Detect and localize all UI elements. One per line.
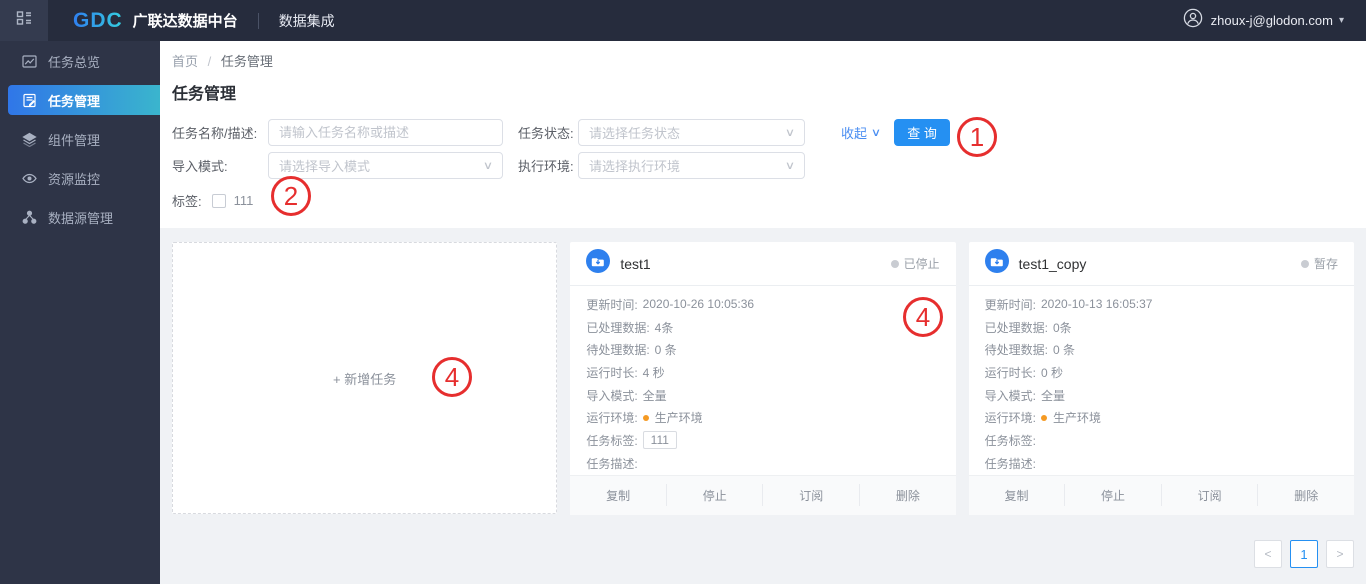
status-badge: 暂存: [1300, 255, 1338, 272]
sidebar-item-component-management[interactable]: 组件管理: [0, 124, 160, 154]
add-task-card[interactable]: + 新增任务: [172, 242, 558, 514]
task-status-select[interactable]: 请选择任务状态 ∨: [578, 119, 805, 146]
exec-env-select[interactable]: 请选择执行环境 ∨: [578, 152, 805, 179]
breadcrumb: 首页 / 任务管理: [172, 53, 1354, 71]
document-icon: [22, 93, 37, 108]
sidebar-item-resource-monitor[interactable]: 资源监控: [0, 163, 160, 193]
filter-panel: 任务名称/描述: 任务状态: 请选择任务状态 ∨ 收起 ∨ 查 询: [172, 119, 1354, 210]
page-title: 任务管理: [172, 86, 237, 103]
chevron-down-icon: ∨: [784, 160, 796, 172]
task-name-input[interactable]: [268, 119, 503, 146]
sidebar: 任务总览 任务管理 组件管理 资源监控 数据源管理: [0, 41, 160, 584]
user-email: zhoux-j@glodon.com: [1210, 13, 1333, 28]
copy-button[interactable]: 复制: [969, 487, 1065, 504]
status-badge: 已停止: [890, 255, 940, 272]
run-duration: 4 秒: [642, 365, 665, 380]
run-env: 生产环境: [1053, 411, 1102, 426]
copy-button[interactable]: 复制: [570, 487, 666, 504]
chevron-down-icon: ∨: [870, 127, 882, 139]
card-actions: 复制 停止 订阅 删除: [570, 474, 956, 515]
topbar: GDC 广联达数据中台 数据集成 zhoux-j@glodon.com ▾: [0, 0, 1366, 41]
sidebar-item-label: 资源监控: [48, 171, 101, 187]
run-duration: 0 秒: [1041, 365, 1064, 380]
topbar-nav-data-integration[interactable]: 数据集成: [279, 11, 335, 31]
tag-label: 标签:: [172, 194, 202, 209]
stop-button[interactable]: 停止: [667, 487, 763, 504]
tag-filter-row: 标签: 111: [172, 191, 1354, 210]
delete-button[interactable]: 删除: [860, 487, 956, 504]
avatar-icon: [1183, 8, 1203, 33]
env-dot-icon: [1041, 414, 1047, 421]
sidebar-item-label: 任务管理: [48, 93, 101, 109]
sidebar-item-task-overview[interactable]: 任务总览: [0, 46, 160, 76]
task-card-grid: + 新增任务 test1 已停止 更新时间: 2020-10-26 10:05:…: [172, 242, 1354, 515]
task-status-label: 任务状态:: [518, 126, 574, 141]
sidebar-item-label: 任务总览: [48, 54, 101, 70]
page-number-1[interactable]: 1: [1290, 540, 1318, 568]
product-name: 广联达数据中台: [132, 13, 238, 30]
sidebar-collapse-button[interactable]: [0, 0, 48, 41]
content-header: 首页 / 任务管理 任务管理 任务名称/描述: 任务状态: 请选择任务状态 ∨: [160, 41, 1366, 228]
chevron-down-icon: ▾: [1338, 15, 1344, 26]
update-time: 2020-10-13 16:05:37: [1041, 297, 1153, 312]
card-actions: 复制 停止 订阅 删除: [968, 474, 1354, 515]
search-button[interactable]: 查 询: [894, 119, 951, 146]
breadcrumb-separator: /: [207, 54, 212, 69]
delete-button[interactable]: 删除: [1258, 487, 1354, 504]
page-next-button[interactable]: >: [1326, 540, 1354, 568]
eye-icon: [22, 171, 37, 186]
sidebar-item-task-management[interactable]: 任务管理: [8, 85, 160, 115]
content-body: + 新增任务 test1 已停止 更新时间: 2020-10-26 10:05:…: [160, 228, 1366, 584]
tag-checkbox[interactable]: [211, 193, 226, 208]
collapse-filters-link[interactable]: 收起 ∨: [841, 123, 882, 142]
processed-count: 0条: [1053, 320, 1072, 335]
add-task-label: + 新增任务: [333, 371, 397, 387]
env-dot-icon: [642, 414, 649, 421]
task-name-label: 任务名称/描述:: [172, 126, 258, 141]
app-root: GDC 广联达数据中台 数据集成 zhoux-j@glodon.com ▾ 任务…: [0, 0, 1366, 584]
task-icon: [586, 249, 611, 278]
chevron-down-icon: ∨: [482, 160, 494, 172]
sidebar-item-label: 组件管理: [48, 132, 101, 148]
processed-count: 4条: [654, 320, 674, 335]
sidebar-item-label: 数据源管理: [48, 210, 114, 226]
chevron-down-icon: ∨: [784, 127, 796, 139]
tag-option-111[interactable]: 111: [234, 193, 254, 208]
status-dot-icon: [1300, 259, 1309, 268]
task-card-test1-copy: test1_copy 暂存 更新时间: 2020-10-13 16:05:37 已…: [968, 242, 1354, 515]
import-mode: 全量: [642, 388, 667, 403]
layers-icon: [22, 132, 37, 147]
task-title: test1_copy: [1018, 255, 1087, 272]
task-title: test1: [620, 255, 651, 272]
topbar-divider: [257, 12, 259, 29]
exec-env-label: 执行环境:: [518, 159, 574, 174]
pending-count: 0 条: [654, 343, 677, 358]
status-dot-icon: [890, 259, 899, 268]
stop-button[interactable]: 停止: [1065, 487, 1161, 504]
import-mode-select[interactable]: 请选择导入模式 ∨: [268, 152, 503, 179]
nodes-icon: [22, 210, 37, 225]
update-time: 2020-10-26 10:05:36: [642, 297, 755, 312]
task-tag-chip: 111: [642, 431, 677, 450]
breadcrumb-current: 任务管理: [220, 54, 273, 69]
run-env: 生产环境: [654, 411, 703, 426]
subscribe-button[interactable]: 订阅: [763, 487, 859, 504]
chart-icon: [22, 54, 37, 69]
user-menu[interactable]: zhoux-j@glodon.com ▾: [1183, 8, 1344, 33]
pending-count: 0 条: [1053, 343, 1076, 358]
task-icon: [984, 249, 1009, 278]
brand-logo: GDC: [73, 8, 123, 32]
task-card-test1: test1 已停止 更新时间: 2020-10-26 10:05:36 已处理数据…: [570, 242, 956, 515]
page-prev-button[interactable]: <: [1254, 540, 1282, 568]
breadcrumb-home[interactable]: 首页: [172, 54, 198, 69]
menu-layout-icon: [16, 10, 32, 31]
subscribe-button[interactable]: 订阅: [1162, 487, 1258, 504]
import-mode-label: 导入模式:: [172, 159, 228, 174]
pagination: < 1 >: [172, 540, 1354, 568]
sidebar-item-datasource-management[interactable]: 数据源管理: [0, 202, 160, 232]
import-mode: 全量: [1041, 388, 1066, 403]
